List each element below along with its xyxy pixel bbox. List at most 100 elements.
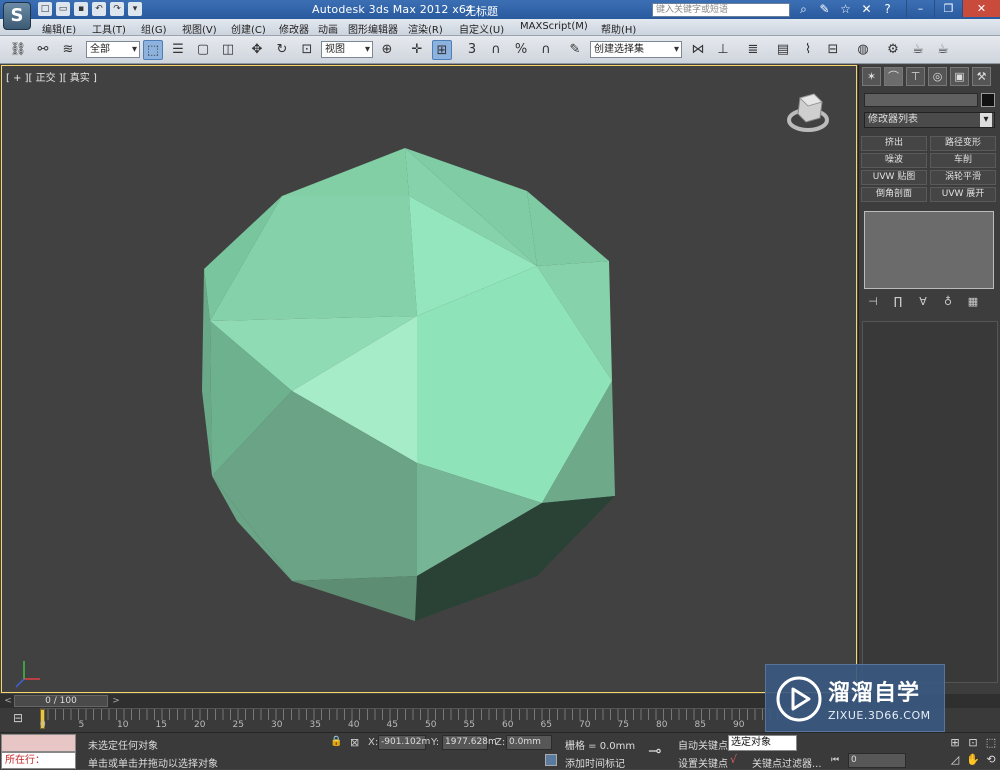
keyboard-shortcut-icon[interactable]: ⊞ <box>432 40 452 60</box>
render-production-icon[interactable]: ☕ <box>933 40 953 60</box>
uvw-map-button[interactable]: UVW 贴图 <box>861 170 927 185</box>
percent-snap-icon[interactable]: % <box>511 40 531 60</box>
maximize-button[interactable]: ❐ <box>934 0 962 17</box>
create-tab-icon[interactable]: ✶ <box>862 67 881 86</box>
pin-stack-icon[interactable]: ⊣ <box>865 295 881 309</box>
menu-tools[interactable]: 工具(T) <box>92 21 126 36</box>
absolute-mode-icon[interactable]: ⊠ <box>350 736 359 749</box>
path-deform-button[interactable]: 路径变形 <box>930 136 996 151</box>
mirror-icon[interactable]: ⋈ <box>688 40 708 60</box>
menu-modifiers[interactable]: 修改器 <box>279 21 309 36</box>
schematic-view-icon[interactable]: ⊟ <box>823 40 843 60</box>
align-icon[interactable]: ⊥ <box>713 40 733 60</box>
zoom-all-icon[interactable]: ⊡ <box>964 735 982 750</box>
z-coordinate-field[interactable]: 0.0mm <box>506 735 552 750</box>
undo-icon[interactable]: ↶ <box>92 2 106 16</box>
pivot-center-icon[interactable]: ⊕ <box>377 40 397 60</box>
unlink-icon[interactable]: ⚯ <box>33 40 53 60</box>
menu-edit[interactable]: 编辑(E) <box>42 21 76 36</box>
dropdown-icon[interactable]: ▾ <box>128 2 142 16</box>
key-filters-button[interactable]: 关键点过滤器... <box>752 755 822 770</box>
menu-help[interactable]: 帮助(H) <box>601 21 636 36</box>
icosphere-object[interactable] <box>202 141 632 626</box>
set-key-label[interactable]: 设置关键点 <box>678 755 728 770</box>
x-coordinate-field[interactable]: -901.102m <box>378 735 430 750</box>
unwrap-uvw-button[interactable]: UVW 展开 <box>930 187 996 202</box>
named-selection-dropdown[interactable]: 创建选择集 <box>590 41 682 58</box>
show-end-result-icon[interactable]: ∏ <box>890 295 906 309</box>
remove-modifier-icon[interactable]: ♁ <box>940 295 956 309</box>
new-file-icon[interactable]: □ <box>38 2 52 16</box>
search-input[interactable]: 键入关键字或短语 <box>652 3 790 17</box>
zoom-extents-icon[interactable]: ⊞ <box>946 735 964 750</box>
save-icon[interactable]: ▪ <box>74 2 88 16</box>
material-editor-icon[interactable]: ◍ <box>853 40 873 60</box>
object-name-field[interactable] <box>864 93 978 107</box>
viewport-label[interactable]: [ + ][ 正交 ][ 真实 ] <box>6 69 97 84</box>
maxscript-listener[interactable] <box>1 734 76 752</box>
lock-selection-icon[interactable]: 🔒 <box>330 736 342 747</box>
fov-icon[interactable]: ◿ <box>946 752 964 767</box>
minimize-button[interactable]: – <box>906 0 934 17</box>
help-icon[interactable]: ? <box>880 2 895 17</box>
wrench-icon[interactable]: ✎ <box>817 2 832 17</box>
key-mode-dropdown[interactable]: 选定对象 <box>728 735 797 751</box>
angle-snap-icon[interactable]: ∩ <box>486 40 506 60</box>
noise-button[interactable]: 噪波 <box>861 153 927 168</box>
rotate-icon[interactable]: ↻ <box>272 40 292 60</box>
mini-curve-editor-icon[interactable]: ⊟ <box>8 711 28 727</box>
time-tag-icon[interactable] <box>545 754 557 766</box>
turbosmooth-button[interactable]: 涡轮平滑 <box>930 170 996 185</box>
motion-tab-icon[interactable]: ◎ <box>928 67 947 86</box>
viewcube-icon[interactable] <box>786 90 830 134</box>
perspective-viewport[interactable]: [ + ][ 正交 ][ 真实 ] <box>1 65 857 693</box>
close-button[interactable]: ✕ <box>962 0 1000 17</box>
selection-filter-dropdown[interactable]: 全部 <box>86 41 140 58</box>
layer-manager-icon[interactable]: ≣ <box>743 40 763 60</box>
menu-graph-editors[interactable]: 图形编辑器 <box>348 21 398 36</box>
prev-frame-arrow-icon[interactable]: < <box>2 694 14 708</box>
auto-key-button[interactable]: 自动关键点 <box>678 737 728 752</box>
time-slider[interactable]: 0 / 100 <box>14 695 108 707</box>
goto-start-icon[interactable]: ⏮ <box>828 753 842 767</box>
y-coordinate-field[interactable]: 1977.628m <box>442 735 497 750</box>
menu-views[interactable]: 视图(V) <box>182 21 217 36</box>
menu-rendering[interactable]: 渲染(R) <box>408 21 443 36</box>
select-by-name-icon[interactable]: ☰ <box>168 40 188 60</box>
next-frame-arrow-icon[interactable]: > <box>110 694 122 708</box>
open-file-icon[interactable]: ▭ <box>56 2 70 16</box>
star-icon[interactable]: ☆ <box>838 2 853 17</box>
rendered-frame-icon[interactable]: ☕ <box>908 40 928 60</box>
extrude-button[interactable]: 挤出 <box>861 136 927 151</box>
menu-group[interactable]: 组(G) <box>141 21 167 36</box>
menu-maxscript[interactable]: MAXScript(M) <box>520 21 588 32</box>
current-frame-field[interactable]: 0 <box>848 753 906 768</box>
rect-selection-icon[interactable]: ▢ <box>193 40 213 60</box>
set-key-icon[interactable]: √ <box>730 753 737 766</box>
app-logo[interactable]: S <box>3 2 31 30</box>
make-unique-icon[interactable]: ∀ <box>915 295 931 309</box>
menu-customize[interactable]: 自定义(U) <box>459 21 504 36</box>
bevel-profile-button[interactable]: 倒角剖面 <box>861 187 927 202</box>
object-color-swatch[interactable] <box>981 93 995 107</box>
curve-editor-icon[interactable]: ⌇ <box>798 40 818 60</box>
bind-spacewarp-icon[interactable]: ≋ <box>58 40 78 60</box>
close-icon[interactable]: ✕ <box>859 2 874 17</box>
window-crossing-icon[interactable]: ◫ <box>218 40 238 60</box>
pan-icon[interactable]: ✋ <box>964 752 982 767</box>
lathe-button[interactable]: 车削 <box>930 153 996 168</box>
key-icon[interactable]: ⊸ <box>648 741 661 760</box>
render-setup-icon[interactable]: ⚙ <box>883 40 903 60</box>
orbit-icon[interactable]: ⟲ <box>982 752 1000 767</box>
maxscript-mini[interactable]: 所在行： <box>1 752 76 769</box>
scale-icon[interactable]: ⊡ <box>297 40 317 60</box>
utilities-tab-icon[interactable]: ⚒ <box>972 67 991 86</box>
select-manipulate-icon[interactable]: ✛ <box>407 40 427 60</box>
link-icon[interactable]: ⛓ <box>8 40 28 60</box>
modify-tab-icon[interactable]: ⌒ <box>884 67 903 86</box>
modifier-stack[interactable] <box>864 211 994 289</box>
graphite-ribbon-icon[interactable]: ▤ <box>773 40 793 60</box>
select-object-icon[interactable]: ⬚ <box>143 40 163 60</box>
hierarchy-tab-icon[interactable]: ⊤ <box>906 67 925 86</box>
display-tab-icon[interactable]: ▣ <box>950 67 969 86</box>
